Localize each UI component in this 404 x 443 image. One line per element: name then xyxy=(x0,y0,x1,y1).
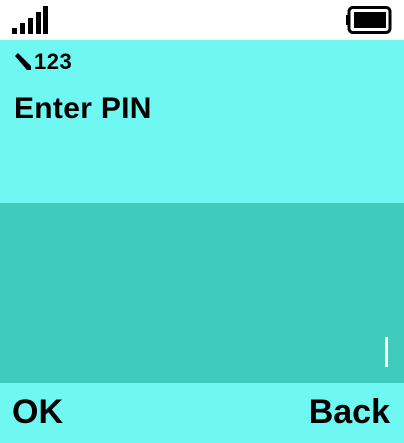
battery-icon xyxy=(346,6,392,34)
status-bar xyxy=(0,0,404,40)
pencil-icon xyxy=(15,53,31,70)
signal-bars-icon xyxy=(12,6,48,34)
text-cursor xyxy=(385,337,388,367)
ok-softkey[interactable]: OK xyxy=(12,393,63,432)
back-softkey[interactable]: Back xyxy=(309,393,390,432)
input-mode-label: 123 xyxy=(34,49,73,74)
softkey-bar: OK Back xyxy=(0,383,404,443)
input-mode-indicator: 123 xyxy=(14,49,73,74)
dialog-header: 123 Enter PIN xyxy=(0,40,404,203)
page-title: Enter PIN xyxy=(14,92,152,125)
pin-input-field[interactable] xyxy=(0,203,404,383)
